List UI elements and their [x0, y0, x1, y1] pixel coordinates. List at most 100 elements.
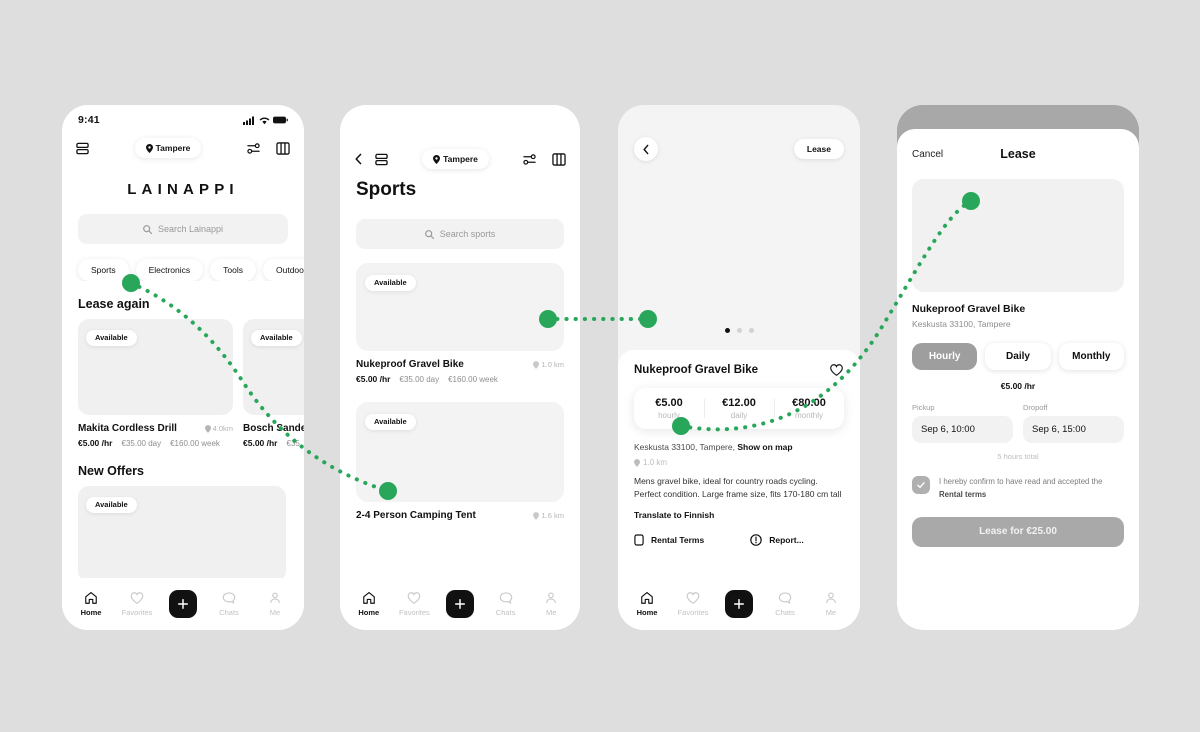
carousel-dot[interactable] [748, 328, 754, 333]
product-title: Nukeproof Gravel Bike [912, 303, 1026, 315]
carousel-dots[interactable] [618, 328, 860, 333]
chat-bubble-icon [222, 592, 236, 604]
report-action[interactable]: Report... [750, 534, 804, 547]
tab-me[interactable]: Me [253, 591, 297, 617]
menu-button[interactable] [375, 153, 388, 166]
detail-actions: Rental Terms Report... [634, 534, 844, 547]
product-prices: €5.00 /hr €35. [243, 438, 304, 448]
tab-home[interactable]: Home [347, 591, 391, 617]
category-chip-tools[interactable]: Tools [210, 259, 256, 281]
tab-chats[interactable]: Chats [763, 591, 807, 617]
page-title: Sports [356, 179, 417, 200]
product-address: Keskusta 33100, Tampere [912, 319, 1011, 329]
map-button[interactable] [276, 141, 290, 155]
tab-add[interactable] [717, 590, 761, 618]
detail-header: Nukeproof Gravel Bike [634, 363, 844, 377]
search-input[interactable]: Search Lainappi [78, 214, 288, 244]
plus-icon [454, 598, 465, 610]
location-chip[interactable]: Tampere [134, 138, 202, 158]
product-card-header: Makita Cordless Drill 4.0km [78, 423, 233, 434]
action-label: Rental Terms [651, 535, 705, 546]
price-summary: €5.00 hourly €12.00 daily €80.00 monthly [634, 388, 844, 429]
category-chip-electronics[interactable]: Electronics [135, 259, 204, 281]
selected-rate: €5.00 /hr [1000, 381, 1036, 391]
product-card[interactable]: Available Makita Cordless Drill 4.0km €5… [78, 319, 233, 448]
tab-home[interactable]: Home [69, 591, 113, 617]
consent-row[interactable]: I hereby confirm to have read and accept… [912, 476, 1124, 502]
tab-me[interactable]: Me [529, 591, 573, 617]
lease-submit-button[interactable]: Lease for €25.00 [912, 516, 1124, 547]
translate-link[interactable]: Translate to Finnish [634, 510, 844, 520]
pin-icon [634, 458, 640, 467]
location-chip[interactable]: Tampere [422, 149, 489, 169]
add-listing-button[interactable] [169, 590, 197, 618]
list-item[interactable]: Available Nukeproof Gravel Bike 1.0 km €… [356, 263, 564, 384]
pickup-value[interactable]: Sep 6, 10:00 [912, 416, 1013, 443]
pickup-field[interactable]: Pickup Sep 6, 10:00 [912, 403, 1013, 443]
price-period: monthly [794, 411, 823, 420]
dropoff-field[interactable]: Dropoff Sep 6, 15:00 [1023, 403, 1124, 443]
back-button[interactable] [354, 153, 363, 165]
list-item-header: Nukeproof Gravel Bike 1.0 km [356, 359, 564, 370]
segment-daily[interactable]: Daily [985, 343, 1051, 370]
back-button[interactable] [634, 137, 658, 161]
product-distance-label: 1.0 km [541, 360, 564, 369]
tab-favorites[interactable]: Favorites [115, 591, 159, 617]
person-icon [826, 592, 836, 604]
add-listing-button[interactable] [445, 590, 474, 618]
section-title-new-offers: New Offers [78, 464, 144, 478]
tab-label: Favorites [677, 608, 709, 617]
rental-terms-link[interactable]: Rental terms [939, 490, 986, 499]
wifi-icon [259, 117, 270, 124]
image-carousel[interactable]: Lease [618, 105, 860, 350]
list-item[interactable]: Available 2-4 Person Camping Tent 1.6 km [356, 402, 564, 521]
filters-button[interactable] [523, 153, 536, 166]
tab-me[interactable]: Me [809, 591, 853, 617]
segment-hourly[interactable]: Hourly [912, 343, 978, 370]
description-line-1: Mens gravel bike, ideal for country road… [634, 476, 818, 486]
sports-header: Tampere [340, 105, 580, 169]
carousel-overlay-controls: Lease [618, 105, 860, 161]
checkmark-icon [917, 482, 925, 489]
segment-monthly[interactable]: Monthly [1058, 343, 1124, 370]
product-distance: 1.0 km [533, 360, 564, 369]
filters-icon [247, 142, 260, 154]
product-thumbnail [912, 179, 1124, 292]
tab-add[interactable] [438, 590, 482, 618]
tab-chats[interactable]: Chats [207, 591, 251, 617]
carousel-dot[interactable] [724, 328, 730, 333]
dropoff-value[interactable]: Sep 6, 15:00 [1023, 416, 1124, 443]
search-input[interactable]: Search sports [356, 219, 564, 249]
chevron-left-icon [355, 153, 362, 165]
product-card[interactable]: Available Bosch Sande €5.00 /hr €35. [243, 319, 304, 448]
lease-button[interactable]: Lease [793, 139, 844, 159]
price-option-monthly[interactable]: €80.00 monthly [774, 397, 844, 420]
carousel-dot[interactable] [736, 328, 742, 333]
show-on-map-link[interactable]: Show on map [737, 442, 792, 452]
dropoff-label: Dropoff [1023, 403, 1048, 412]
location-label: Tampere [443, 154, 478, 164]
add-listing-button[interactable] [725, 590, 753, 618]
heart-icon[interactable] [829, 363, 844, 377]
category-chip-outdoors[interactable]: Outdoo [263, 259, 304, 281]
product-card[interactable]: Available [78, 486, 286, 582]
rental-terms-action[interactable]: Rental Terms [634, 534, 704, 546]
heart-icon [686, 592, 700, 604]
page-title: Nukeproof Gravel Bike [634, 364, 758, 376]
map-button[interactable] [552, 152, 566, 166]
consent-checkbox[interactable] [912, 476, 930, 494]
tab-label: Me [825, 608, 837, 617]
category-chip-list[interactable]: Sports Electronics Tools Outdoo [62, 244, 304, 281]
tab-chats[interactable]: Chats [484, 591, 528, 617]
price-option-daily[interactable]: €12.00 daily [704, 397, 774, 420]
tab-favorites[interactable]: Favorites [671, 591, 715, 617]
tab-add[interactable] [161, 590, 205, 618]
tab-home[interactable]: Home [625, 591, 669, 617]
price-option-hourly[interactable]: €5.00 hourly [634, 397, 704, 420]
bottom-tab-bar: Home Favorites Chats Me [340, 578, 580, 630]
filters-button[interactable] [247, 142, 260, 155]
category-chip-sports[interactable]: Sports [78, 259, 129, 281]
document-icon [634, 534, 644, 546]
menu-button[interactable] [76, 142, 89, 155]
tab-favorites[interactable]: Favorites [392, 591, 436, 617]
